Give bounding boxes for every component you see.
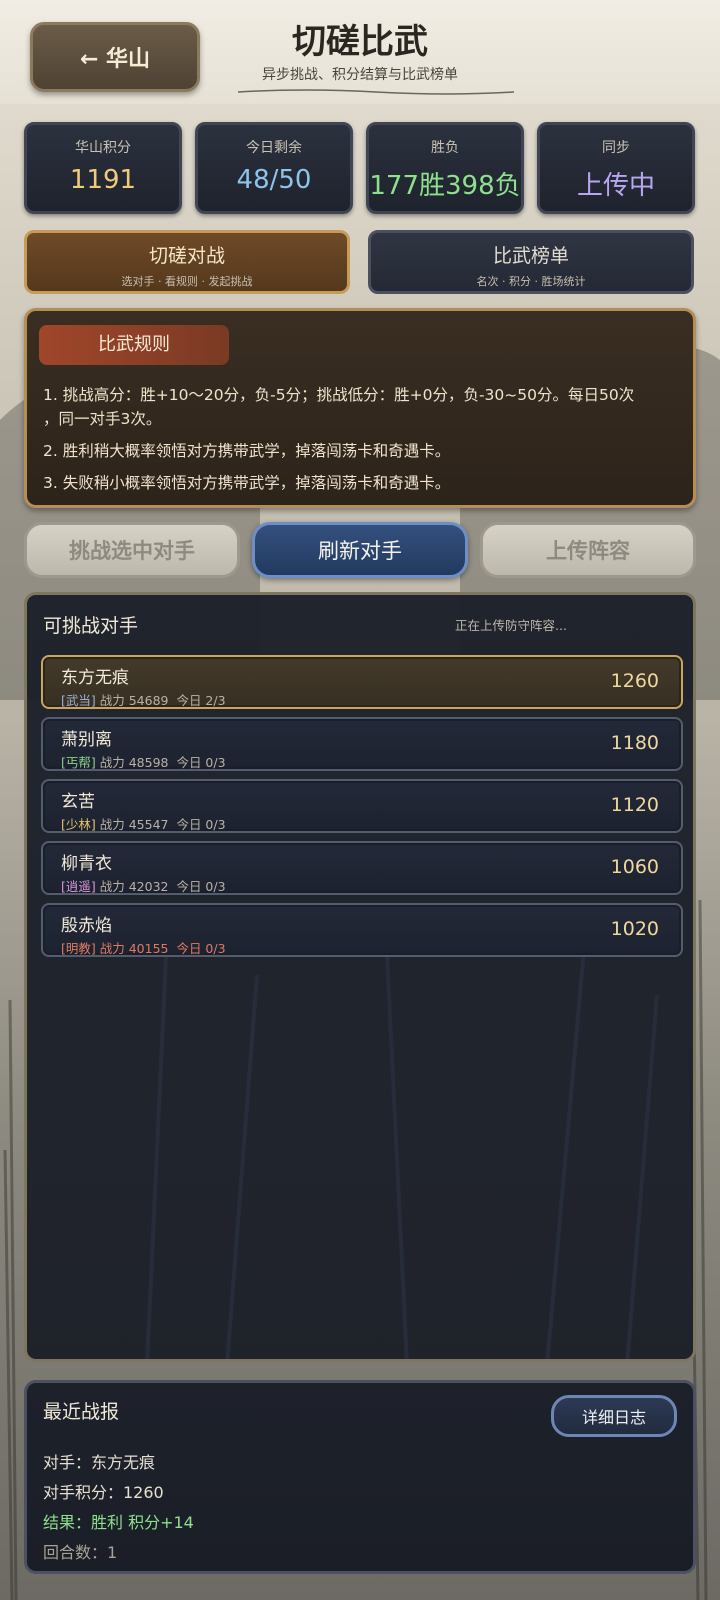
opponents-title: 可挑战对手	[43, 615, 139, 637]
opponent-sect: [武当]	[61, 693, 96, 708]
opponent-score: 1180	[610, 732, 659, 754]
back-button[interactable]: ← 华山	[30, 22, 200, 92]
stat-card-remaining: 今日剩余 48/50	[195, 122, 353, 214]
brush-stroke-divider	[237, 89, 515, 95]
opponent-name: 玄苦	[61, 792, 95, 812]
opponent-meta: [武当] 战力 54689 今日 2/3	[61, 690, 226, 709]
opponent-power: 战力 48598	[99, 755, 169, 770]
stat-value: 1191	[69, 165, 137, 195]
opponent-name: 柳青衣	[61, 854, 112, 874]
stat-label: 胜负	[431, 140, 459, 156]
stat-value: 上传中	[576, 171, 655, 201]
opponent-name: 萧别离	[61, 730, 112, 750]
report-opponent-score: 对手积分：1260	[43, 1483, 164, 1502]
report-rounds: 回合数：1	[43, 1543, 118, 1562]
opponent-power: 战力 42032	[99, 879, 169, 894]
opponent-score: 1120	[610, 794, 659, 816]
opponent-power: 战力 45547	[99, 817, 169, 832]
opponent-sect: [丐帮]	[61, 755, 96, 770]
report-opponent: 对手：东方无痕	[43, 1453, 156, 1472]
opponent-score: 1060	[610, 856, 659, 878]
challenge-selected-button[interactable]: 挑战选中对手	[24, 522, 240, 578]
upload-lineup-button[interactable]: 上传阵容	[480, 522, 696, 578]
opponent-name: 殷赤焰	[61, 916, 112, 936]
tab-subtitle: 名次 · 积分 · 胜场统计	[476, 275, 586, 288]
opponent-score: 1260	[610, 670, 659, 692]
upload-status-text: 正在上传防守阵容...	[455, 618, 567, 633]
opponent-sect: [少林]	[61, 817, 96, 832]
rule-line-1: 1. 挑战高分：胜+10～20分，负-5分；挑战低分：胜+0分，负-30~50分…	[43, 386, 635, 404]
opponent-row[interactable]: 东方无痕 [武当] 战力 54689 今日 2/3 1260	[41, 655, 683, 709]
rules-panel: 比武规则 1. 挑战高分：胜+10～20分，负-5分；挑战低分：胜+0分，负-3…	[24, 308, 696, 508]
report-title: 最近战报	[43, 1401, 120, 1423]
opponent-power: 战力 54689	[99, 693, 169, 708]
opponent-today: 今日 0/3	[176, 755, 226, 770]
stat-card-sync: 同步 上传中	[537, 122, 695, 214]
stat-label: 同步	[602, 140, 630, 156]
opponent-meta: [少林] 战力 45547 今日 0/3	[61, 814, 226, 833]
opponents-panel: 可挑战对手 正在上传防守阵容... 东方无痕 [武当] 战力 54689 今日 …	[24, 592, 696, 1362]
detailed-log-button[interactable]: 详细日志	[551, 1395, 677, 1437]
rule-line-3: 3. 失败稍小概率领悟对方携带武学，掉落闯荡卡和奇遇卡。	[43, 474, 451, 492]
report-result: 结果：胜利 积分+14	[43, 1513, 194, 1532]
stat-label: 今日剩余	[246, 140, 302, 156]
opponent-meta: [明教] 战力 40155 今日 0/3	[61, 938, 226, 957]
page-subtitle: 异步挑战、积分结算与比武榜单	[262, 67, 458, 83]
stat-card-winloss: 胜负 177胜398负	[366, 122, 524, 214]
stat-value: 48/50	[236, 165, 312, 195]
page-title: 切磋比武	[292, 22, 428, 62]
rule-line-1-cont: ，同一对手3次。	[43, 410, 162, 428]
opponent-sect: [明教]	[61, 941, 96, 956]
battle-report-panel: 最近战报 详细日志 对手：东方无痕 对手积分：1260 结果：胜利 积分+14 …	[24, 1380, 696, 1574]
opponent-meta: [丐帮] 战力 48598 今日 0/3	[61, 752, 226, 771]
opponent-today: 今日 2/3	[176, 693, 226, 708]
refresh-opponents-button[interactable]: 刷新对手	[252, 522, 468, 578]
stat-card-points: 华山积分 1191	[24, 122, 182, 214]
opponent-name: 东方无痕	[61, 668, 129, 688]
bamboo-ink-decoration	[145, 914, 659, 1359]
opponent-row[interactable]: 萧别离 [丐帮] 战力 48598 今日 0/3 1180	[41, 717, 683, 771]
tab-title: 切磋对战	[148, 245, 225, 267]
opponent-meta: [逍遥] 战力 42032 今日 0/3	[61, 876, 226, 895]
opponent-today: 今日 0/3	[176, 879, 226, 894]
tab-leaderboard[interactable]: 比武榜单 名次 · 积分 · 胜场统计	[368, 230, 694, 294]
top-header: ← 华山 切磋比武 异步挑战、积分结算与比武榜单	[0, 0, 720, 104]
opponent-score: 1020	[610, 918, 659, 940]
tab-subtitle: 选对手 · 看规则 · 发起挑战	[121, 275, 253, 288]
rule-line-2: 2. 胜利稍大概率领悟对方携带武学，掉落闯荡卡和奇遇卡。	[43, 442, 451, 460]
rules-tag: 比武规则	[39, 325, 229, 365]
tab-title: 比武榜单	[492, 245, 569, 267]
opponent-today: 今日 0/3	[176, 817, 226, 832]
opponent-row[interactable]: 殷赤焰 [明教] 战力 40155 今日 0/3 1020	[41, 903, 683, 957]
back-label: ← 华山	[79, 47, 151, 72]
tab-sparring-battle[interactable]: 切磋对战 选对手 · 看规则 · 发起挑战	[24, 230, 350, 294]
stat-label: 华山积分	[75, 140, 131, 156]
opponent-sect: [逍遥]	[61, 879, 96, 894]
opponent-today: 今日 0/3	[176, 941, 226, 956]
opponent-row[interactable]: 玄苦 [少林] 战力 45547 今日 0/3 1120	[41, 779, 683, 833]
opponent-power: 战力 40155	[99, 941, 169, 956]
stat-value: 177胜398负	[369, 171, 521, 201]
opponent-row[interactable]: 柳青衣 [逍遥] 战力 42032 今日 0/3 1060	[41, 841, 683, 895]
